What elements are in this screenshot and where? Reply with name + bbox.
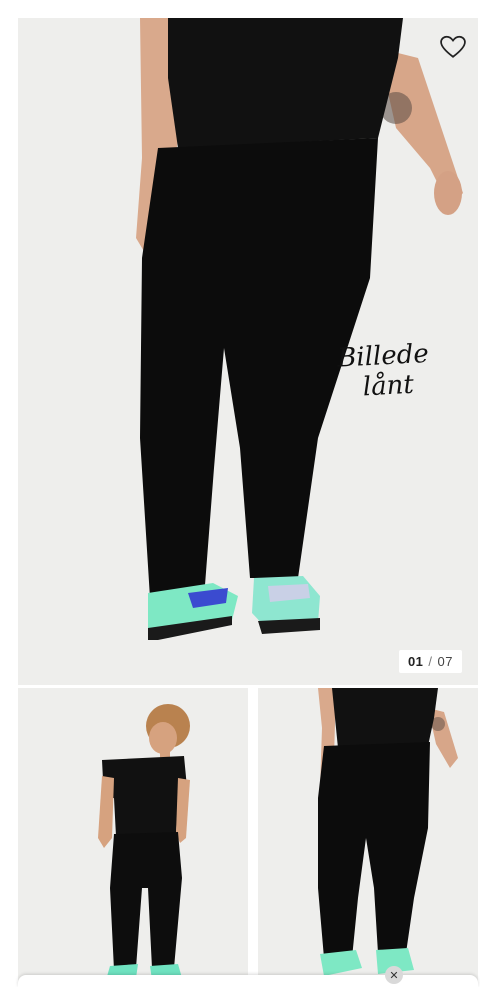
current-image-number: 01 bbox=[407, 654, 424, 669]
image-counter: 01 / 07 bbox=[398, 650, 462, 673]
model-front-legs bbox=[318, 688, 458, 976]
close-button[interactable]: ✕ bbox=[385, 966, 403, 984]
counter-separator: / bbox=[428, 654, 433, 669]
close-icon: ✕ bbox=[389, 969, 399, 982]
favorite-button[interactable] bbox=[440, 34, 466, 60]
thumbnail-back-view[interactable] bbox=[18, 688, 248, 983]
annotation-line-2: lånt bbox=[362, 369, 415, 403]
handwritten-annotation: Billede lånt bbox=[337, 336, 480, 403]
bottom-sheet-edge bbox=[18, 975, 478, 987]
annotation-line-1: Billede bbox=[336, 338, 430, 374]
model-back-full bbox=[98, 704, 190, 980]
total-image-count: 07 bbox=[437, 654, 453, 669]
thumbnail-front-view[interactable] bbox=[258, 688, 478, 983]
heart-icon bbox=[440, 35, 466, 58]
